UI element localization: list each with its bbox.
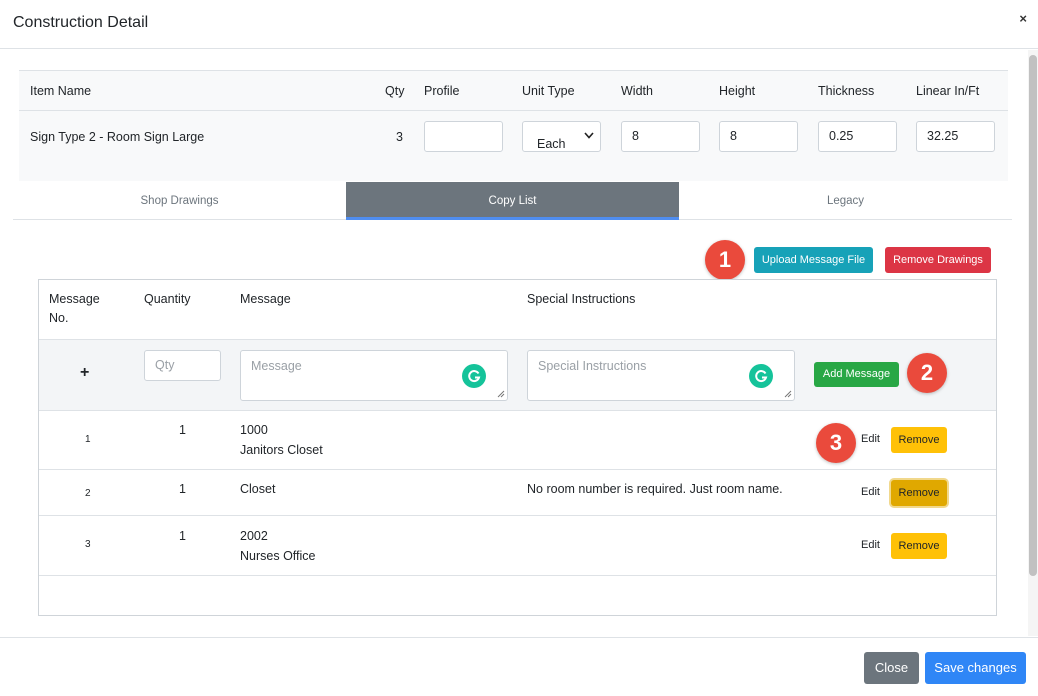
grammarly-icon[interactable] xyxy=(462,364,486,388)
message-textarea[interactable]: Message xyxy=(240,350,508,401)
qty-input[interactable]: Qty xyxy=(144,350,221,381)
unit-type-select[interactable]: Each xyxy=(522,121,601,152)
header-item-name: Item Name xyxy=(30,84,92,98)
message-qty: 1 xyxy=(179,482,186,496)
unit-type-value: Each xyxy=(537,137,566,151)
upload-message-file-button[interactable]: Upload Message File xyxy=(754,247,873,273)
detail-tabs: Shop Drawings Copy List Legacy xyxy=(13,182,1012,220)
tab-copy-list[interactable]: Copy List xyxy=(346,182,679,220)
message-no: 3 xyxy=(85,539,91,550)
message-no: 2 xyxy=(85,488,91,499)
height-input[interactable]: 8 xyxy=(719,121,798,152)
message-text: 1000 Janitors Closet xyxy=(240,423,323,457)
header-unit-type: Unit Type xyxy=(522,84,575,98)
header-height: Height xyxy=(719,84,756,98)
header-message-no: Message No. xyxy=(49,292,100,325)
add-message-row: + Qty Message Special Instructions Add M… xyxy=(39,339,996,411)
table-row: 2 1 Closet No room number is required. J… xyxy=(39,470,996,516)
grammarly-icon[interactable] xyxy=(749,364,773,388)
linear-input[interactable]: 32.25 xyxy=(916,121,995,152)
message-text: Closet xyxy=(240,482,276,496)
modal-footer: Close Save changes xyxy=(0,637,1038,696)
edit-button[interactable]: Edit xyxy=(861,486,880,498)
add-message-button[interactable]: Add Message xyxy=(814,362,899,387)
header-profile: Profile xyxy=(424,84,460,98)
tab-shop-drawings[interactable]: Shop Drawings xyxy=(13,182,346,220)
remove-button[interactable]: Remove xyxy=(891,427,947,453)
close-button[interactable]: Close xyxy=(864,652,919,684)
modal-header: Construction Detail × xyxy=(0,0,1038,49)
header-quantity: Quantity xyxy=(144,292,191,306)
message-special: No room number is required. Just room na… xyxy=(527,482,783,496)
table-row: 3 1 2002 Nurses Office Edit Remove xyxy=(39,516,996,576)
item-qty: 3 xyxy=(396,130,403,144)
remove-button[interactable]: Remove xyxy=(891,480,947,506)
width-input[interactable]: 8 xyxy=(621,121,700,152)
edit-button[interactable]: Edit xyxy=(861,539,880,551)
callout-badge-1: 1 xyxy=(705,240,745,280)
callout-badge-2: 2 xyxy=(907,353,947,393)
modal-title: Construction Detail xyxy=(13,14,149,31)
construction-detail-modal: Construction Detail × Item Name Qty Prof… xyxy=(0,0,1038,696)
resize-handle-icon[interactable] xyxy=(497,390,505,398)
item-name: Sign Type 2 - Room Sign Large xyxy=(30,130,205,144)
header-width: Width xyxy=(621,84,653,98)
message-qty: 1 xyxy=(179,529,186,543)
remove-drawings-button[interactable]: Remove Drawings xyxy=(885,247,991,273)
edit-button[interactable]: Edit xyxy=(861,433,880,445)
chevron-down-icon xyxy=(584,131,594,141)
tab-legacy[interactable]: Legacy xyxy=(679,182,1012,220)
profile-input[interactable] xyxy=(424,121,503,152)
scrollbar-thumb[interactable] xyxy=(1029,55,1037,576)
item-table-header: Item Name Qty Profile Unit Type Width He… xyxy=(19,71,1008,111)
resize-handle-icon[interactable] xyxy=(784,390,792,398)
message-qty: 1 xyxy=(179,423,186,437)
callout-badge-3: 3 xyxy=(816,423,856,463)
special-instructions-textarea[interactable]: Special Instructions xyxy=(527,350,795,401)
thickness-input[interactable]: 0.25 xyxy=(818,121,897,152)
message-no: 1 xyxy=(85,434,91,445)
header-qty: Qty xyxy=(385,84,405,98)
header-special-instructions: Special Instructions xyxy=(527,292,636,306)
plus-icon: + xyxy=(80,364,90,381)
item-details-table: Item Name Qty Profile Unit Type Width He… xyxy=(19,70,1008,181)
header-linear: Linear In/Ft xyxy=(916,84,980,98)
close-icon[interactable]: × xyxy=(1019,11,1027,26)
message-text: 2002 Nurses Office xyxy=(240,529,316,563)
header-message: Message xyxy=(240,292,291,306)
save-changes-button[interactable]: Save changes xyxy=(925,652,1026,684)
remove-button[interactable]: Remove xyxy=(891,533,947,559)
header-thickness: Thickness xyxy=(818,84,875,98)
